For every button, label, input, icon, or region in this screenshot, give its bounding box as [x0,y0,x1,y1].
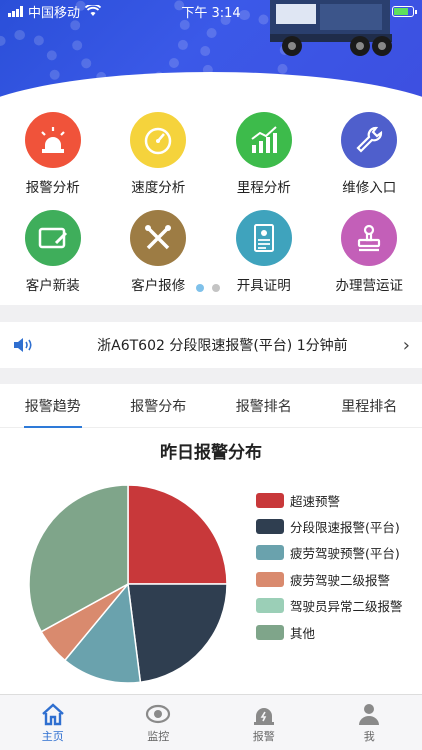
page-dot-active[interactable] [196,284,204,292]
legend-item-5[interactable]: 其他 [256,619,403,645]
wifi-icon [85,5,102,16]
menu-icon-circle [24,112,81,168]
legend-item-3[interactable]: 疲劳驾驶二级报警 [256,566,403,592]
menu-icon-circle [235,210,292,266]
legend-swatch [256,571,284,587]
pie-slice-0[interactable] [127,484,228,585]
chart-legend: 超速预警分段限速报警(平台) 疲劳驾驶预警(平台) 疲劳驾驶二级报警 驾驶员异常二级报… [256,487,403,645]
legend-label: 超速预警 [290,493,341,509]
tab-0[interactable]: 报警趋势 [0,384,106,428]
carrier-label: 中国移动 [28,5,81,21]
tab-3[interactable]: 里程排名 [317,384,422,427]
stats-panel: 报警趋势 报警分布 报警排名 里程排名 昨日报警分布 超速预警 分段限速报警(平台) 疲劳… [0,384,422,694]
home-icon [41,702,64,725]
menu-icon-circle [341,210,398,266]
menu-item-label: 里程分析 [236,180,291,196]
menu-item-6[interactable]: 开具证明 [211,210,317,305]
menu-item-2[interactable]: 里程分析 [211,112,317,210]
speedometer-icon [145,127,172,155]
menu-icon-circle [130,210,187,266]
legend-item-0[interactable]: 超速预警 [256,487,403,513]
menu-icon-circle [341,112,398,168]
legend-label: 分段限速报警(平台) [290,520,400,536]
tools-icon [145,225,172,250]
status-bar: 中国移动 下午 3:14 [0,0,422,22]
signal-icon [8,5,23,17]
tabbar-item-2[interactable]: 报警 [211,695,317,750]
legend-swatch [256,519,284,535]
menu-icon-circle [235,112,292,168]
legend-swatch [256,492,284,508]
chevron-right-icon[interactable]: › [403,335,410,356]
install-card-icon [38,227,67,249]
battery-icon [392,5,417,17]
notice-text: 浙A6T602 分段限速报警(平台) 1分钟前 [97,338,348,354]
banner-curve [0,72,422,112]
app-screen: 中国移动 下午 3:14 报警分析 速度分析 里程分析 维修入口客户新装 客户报修 开具证… [0,0,422,750]
certificate-icon [253,224,274,252]
alarm-notice-bar[interactable]: 浙A6T602 分段限速报警(平台) 1分钟前 › [0,322,422,368]
legend-swatch [256,545,284,561]
bottom-tab-bar: 主页 监控 报警 我 [0,694,422,750]
menu-item-label: 办理营运证 [335,278,404,294]
wrench-icon [356,126,383,153]
stamp-icon [358,224,381,252]
menu-item-label: 客户新装 [25,278,80,294]
pie-slice-1[interactable] [127,583,228,684]
tabbar-item-3[interactable]: 我 [317,695,422,750]
legend-swatch [256,624,284,640]
tabbar-label: 监控 [147,729,170,743]
page-dot[interactable] [212,284,220,292]
menu-item-1[interactable]: 速度分析 [106,112,212,210]
tab-2[interactable]: 报警排名 [211,384,317,427]
tab-1[interactable]: 报警分布 [106,384,212,427]
function-menu: 报警分析 速度分析 里程分析 维修入口客户新装 客户报修 开具证明 办理营运证 [0,112,422,305]
pie-chart [28,484,228,684]
header-banner: 中国移动 下午 3:14 [0,0,422,112]
legend-item-2[interactable]: 疲劳驾驶预警(平台) [256,540,403,566]
menu-item-label: 速度分析 [131,180,186,196]
legend-swatch [256,598,284,614]
legend-label: 驾驶员异常二级报警 [290,599,403,615]
tabbar-item-1[interactable]: 监控 [106,695,212,750]
person-icon [359,703,380,725]
menu-item-label: 报警分析 [25,180,80,196]
menu-item-label: 开具证明 [236,278,291,294]
menu-item-4[interactable]: 客户新装 [0,210,106,305]
legend-label: 疲劳驾驶预警(平台) [290,546,400,562]
tabbar-label: 报警 [252,729,275,743]
menu-item-0[interactable]: 报警分析 [0,112,106,210]
trend-chart-icon [251,126,277,153]
page-indicator [196,284,220,292]
menu-icon-circle [24,210,81,266]
menu-item-7[interactable]: 办理营运证 [317,210,422,305]
menu-item-label: 客户报修 [131,278,186,294]
legend-label: 其他 [290,625,316,641]
legend-item-4[interactable]: 驾驶员异常二级报警 [256,593,403,619]
alarm-light-icon [40,127,65,153]
tabbar-item-0[interactable]: 主页 [0,695,106,750]
stats-tabs: 报警趋势 报警分布 报警排名 里程排名 [0,384,422,428]
tabbar-label: 我 [363,729,375,743]
menu-item-3[interactable]: 维修入口 [317,112,422,210]
speaker-icon [14,338,32,352]
alarm-icon [253,707,274,725]
eye-icon [146,704,171,723]
menu-item-label: 维修入口 [342,180,397,196]
legend-label: 疲劳驾驶二级报警 [290,572,391,588]
legend-item-1[interactable]: 分段限速报警(平台) [256,513,403,539]
tabbar-label: 主页 [41,729,64,743]
menu-icon-circle [130,112,187,168]
